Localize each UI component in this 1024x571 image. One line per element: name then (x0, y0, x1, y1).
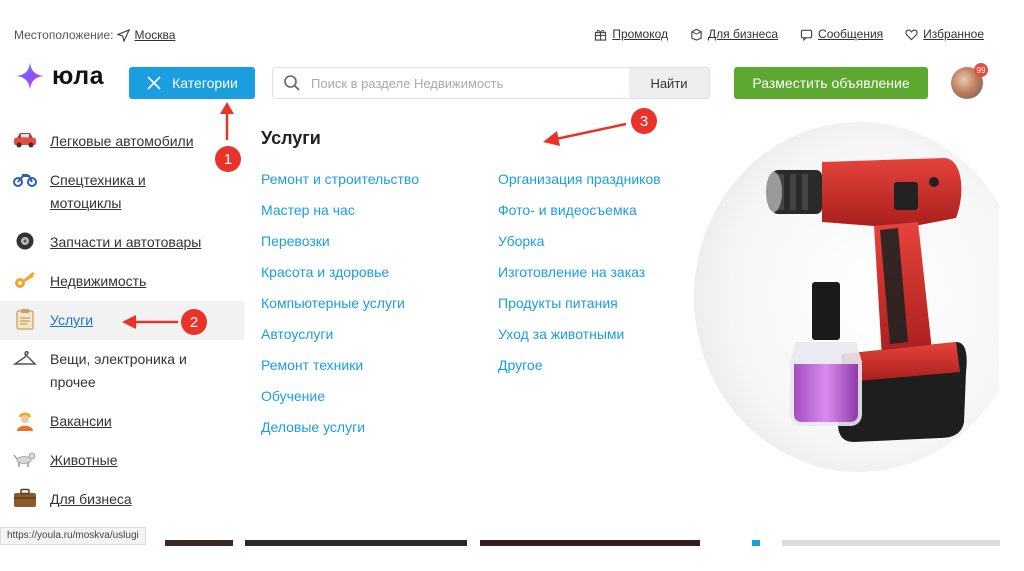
annotation-arrows (122, 102, 627, 329)
status-url: https://youla.ru/moskva/uslugi (0, 527, 146, 545)
content-strip (752, 540, 760, 546)
content-strip (165, 540, 233, 546)
content-strip (245, 540, 467, 546)
annotation-badge-3: 3 (631, 108, 657, 134)
content-strip (480, 540, 700, 546)
annotation-badge-1: 1 (215, 146, 241, 172)
annotation-badge-2: 2 (181, 309, 207, 335)
content-strip (782, 540, 1000, 546)
